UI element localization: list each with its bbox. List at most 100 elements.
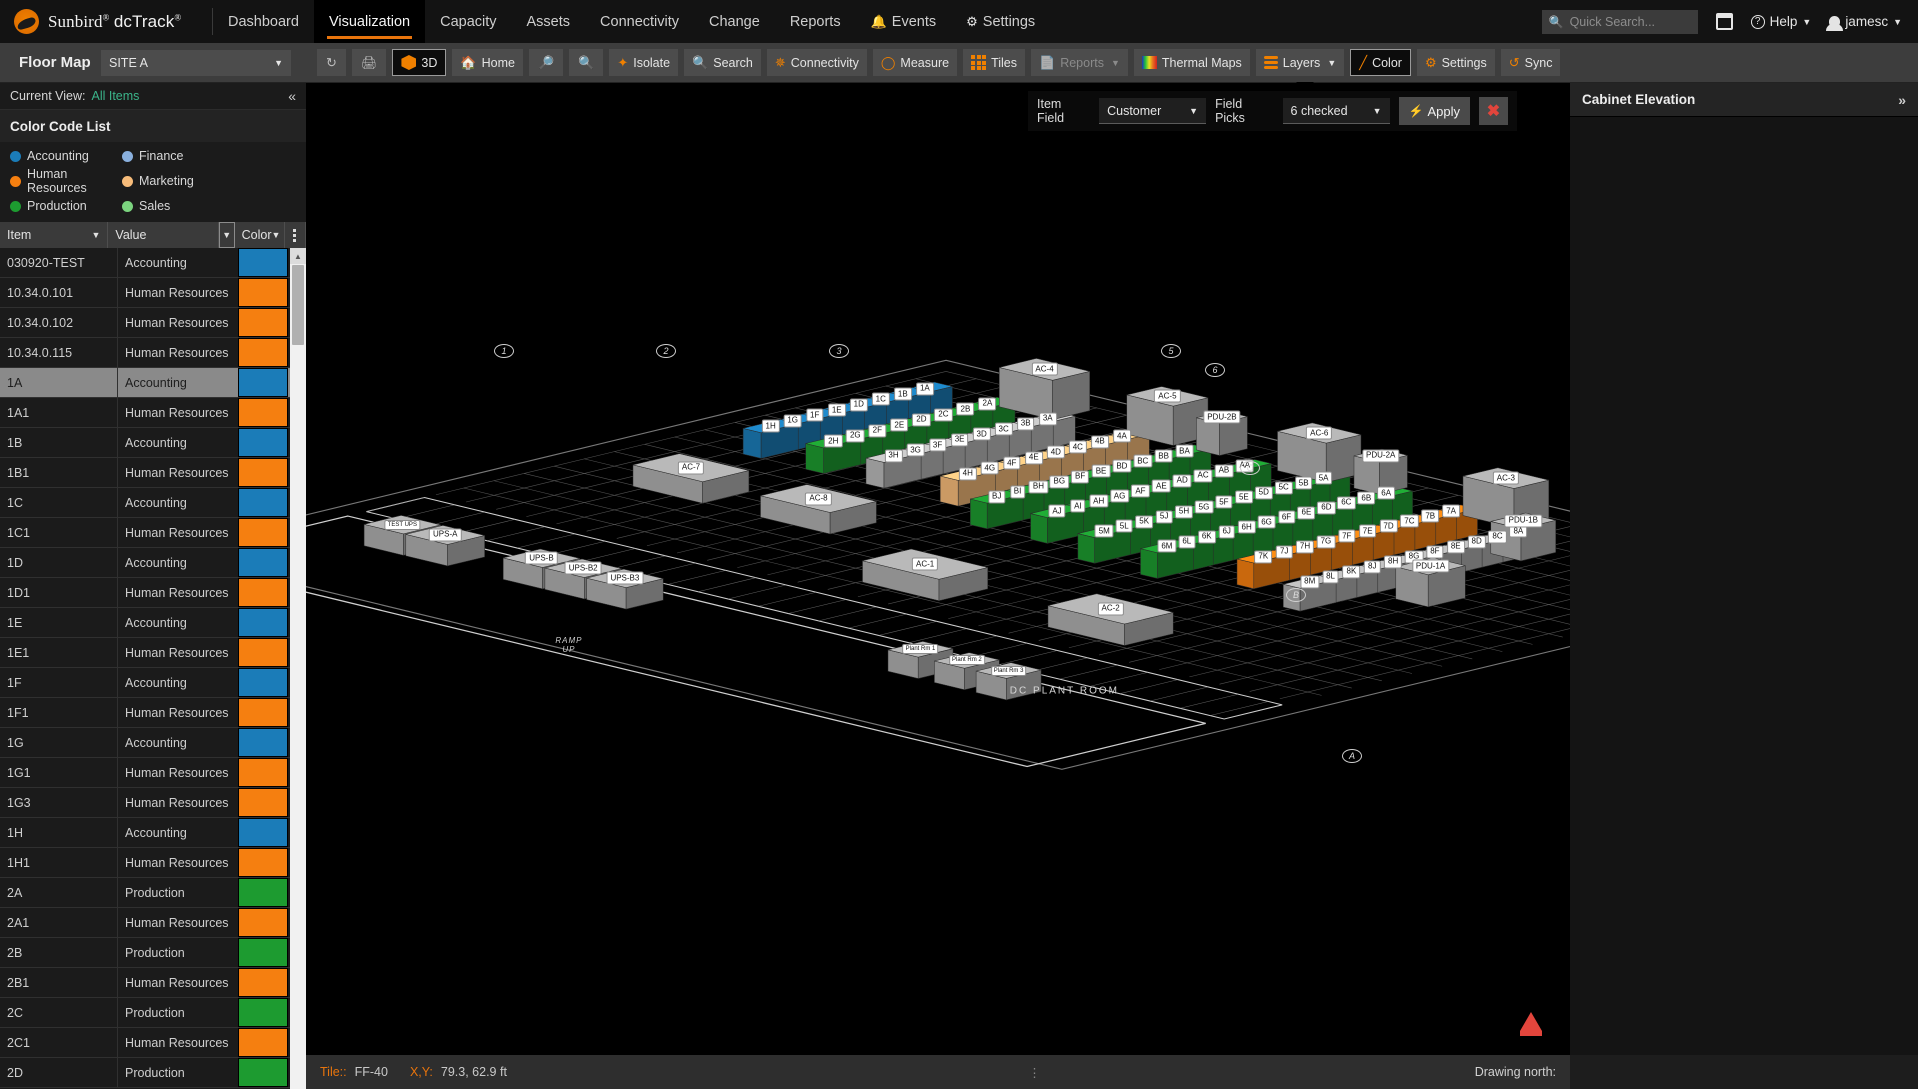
map-object-label[interactable]: 2G <box>846 429 865 442</box>
layers-button[interactable]: Layers ▼ <box>1256 49 1344 76</box>
map-object-label[interactable]: AC-2 <box>1097 602 1123 615</box>
map-object-label[interactable]: 8M <box>1300 575 1319 588</box>
map-object-label[interactable]: 8D <box>1467 535 1485 548</box>
map-object-label[interactable]: 3E <box>951 433 969 446</box>
map-object-label[interactable]: 7F <box>1338 530 1355 543</box>
map-object-label[interactable]: 1C <box>872 393 890 406</box>
connectivity-button[interactable]: ✵ Connectivity <box>767 49 867 76</box>
floor-map-3d-canvas[interactable]: 1A1B1C1D1E1F1G1H2A2B2C2D2E2F2G2H3A3B3C3D… <box>306 83 1570 1055</box>
table-row[interactable]: 1G1Human Resources <box>0 758 306 788</box>
map-object-label[interactable]: 8C <box>1488 530 1506 543</box>
row-color-swatch[interactable] <box>238 608 288 637</box>
map-object-label[interactable]: 3G <box>906 444 925 457</box>
row-color-swatch[interactable] <box>238 548 288 577</box>
map-object-label[interactable]: 5E <box>1235 491 1253 504</box>
floor-map-scene[interactable] <box>306 83 1570 1055</box>
map-object-label[interactable]: 5G <box>1195 501 1214 514</box>
map-object-label[interactable]: 2C <box>934 408 952 421</box>
map-object-label[interactable]: 5J <box>1156 510 1172 523</box>
column-header-color[interactable]: Color▼ <box>235 222 285 248</box>
map-object-label[interactable]: 8L <box>1322 570 1339 583</box>
table-row[interactable]: 10.34.0.101Human Resources <box>0 278 306 308</box>
table-row[interactable]: 2DProduction <box>0 1058 306 1088</box>
scroll-up-icon[interactable]: ▲ <box>290 248 306 264</box>
row-color-swatch[interactable] <box>238 788 288 817</box>
color-button[interactable]: ╱ Color <box>1350 49 1411 76</box>
north-home-arrow-icon[interactable] <box>1520 1012 1542 1031</box>
row-color-swatch[interactable] <box>238 878 288 907</box>
map-object-label[interactable]: 3C <box>995 423 1013 436</box>
table-row[interactable]: 1HAccounting <box>0 818 306 848</box>
floor-map-viewport[interactable]: 1A1B1C1D1E1F1G1H2A2B2C2D2E2F2G2H3A3B3C3D… <box>306 83 1570 1089</box>
map-object-label[interactable]: 3A <box>1039 412 1057 425</box>
settings-button[interactable]: ⚙ Settings <box>1417 49 1495 76</box>
map-object-label[interactable]: 6D <box>1317 501 1335 514</box>
map-object-label[interactable]: 6J <box>1218 525 1234 538</box>
map-object-label[interactable]: 1B <box>894 388 912 401</box>
apply-button[interactable]: ⚡ Apply <box>1399 97 1470 125</box>
close-color-popup-button[interactable]: ✖ <box>1479 97 1508 125</box>
map-object-label[interactable]: Plant Rm 1 <box>903 644 939 654</box>
nav-item-connectivity[interactable]: Connectivity <box>585 0 694 43</box>
row-color-swatch[interactable] <box>238 368 288 397</box>
user-menu[interactable]: jamesc ▼ <box>1829 14 1902 29</box>
row-color-swatch[interactable] <box>238 308 288 337</box>
row-color-swatch[interactable] <box>238 338 288 367</box>
row-color-swatch[interactable] <box>238 638 288 667</box>
nav-item-capacity[interactable]: Capacity <box>425 0 511 43</box>
row-color-swatch[interactable] <box>238 488 288 517</box>
map-object-label[interactable]: UPS-B <box>525 552 557 565</box>
map-object-label[interactable]: 7A <box>1442 505 1460 518</box>
table-row[interactable]: 2CProduction <box>0 998 306 1028</box>
map-object-label[interactable]: 8E <box>1447 540 1465 553</box>
table-row[interactable]: 2B1Human Resources <box>0 968 306 998</box>
map-object-label[interactable]: AC-7 <box>678 461 704 474</box>
row-color-swatch[interactable] <box>238 998 288 1027</box>
map-object-label[interactable]: BF <box>1071 470 1089 483</box>
print-button[interactable]: 🖨 <box>352 49 387 76</box>
table-row[interactable]: 1C1Human Resources <box>0 518 306 548</box>
table-row[interactable]: 1F1Human Resources <box>0 698 306 728</box>
map-object-label[interactable]: Plant Rm 3 <box>991 666 1027 676</box>
map-object-label[interactable]: 6A <box>1377 487 1395 500</box>
table-row[interactable]: 1D1Human Resources <box>0 578 306 608</box>
map-object-label[interactable]: AJ <box>1048 505 1065 518</box>
row-color-swatch[interactable] <box>238 278 288 307</box>
row-color-swatch[interactable] <box>238 698 288 727</box>
row-color-swatch[interactable] <box>238 758 288 787</box>
nav-item-dashboard[interactable]: Dashboard <box>213 0 314 43</box>
map-object-label[interactable]: PDU-2A <box>1362 449 1399 462</box>
map-object-label[interactable]: 8J <box>1364 560 1380 573</box>
map-object-label[interactable]: 6E <box>1298 506 1316 519</box>
map-object-label[interactable]: PDU-2B <box>1203 411 1240 424</box>
map-object-label[interactable]: AD <box>1173 474 1192 487</box>
row-color-swatch[interactable] <box>238 248 288 277</box>
nav-item-settings[interactable]: ⚙ Settings <box>951 0 1050 43</box>
scrollbar-thumb[interactable] <box>292 265 304 345</box>
map-object-label[interactable]: 3F <box>929 439 946 452</box>
table-row[interactable]: 1B1Human Resources <box>0 458 306 488</box>
map-object-label[interactable]: BI <box>1010 485 1026 498</box>
item-field-select[interactable]: Customer ▼ <box>1099 98 1206 124</box>
map-object-label[interactable]: AC-3 <box>1493 472 1519 485</box>
map-object-label[interactable]: AC <box>1193 469 1212 482</box>
map-object-label[interactable]: 6L <box>1178 535 1195 548</box>
table-row[interactable]: 2A1Human Resources <box>0 908 306 938</box>
row-color-swatch[interactable] <box>238 728 288 757</box>
row-color-swatch[interactable] <box>238 848 288 877</box>
tiles-button[interactable]: Tiles <box>963 49 1025 76</box>
nav-item-events[interactable]: 🔔 Events <box>856 0 952 43</box>
map-object-label[interactable]: 7H <box>1296 540 1314 553</box>
value-column-filter-button[interactable]: ▼ <box>219 222 235 248</box>
sync-button[interactable]: ↺ Sync <box>1501 49 1561 76</box>
map-object-label[interactable]: 7B <box>1421 510 1439 523</box>
map-object-label[interactable]: AE <box>1152 480 1171 493</box>
map-object-label[interactable]: 5D <box>1255 486 1273 499</box>
map-object-label[interactable]: BC <box>1133 455 1152 468</box>
field-picks-select[interactable]: 6 checked ▼ <box>1283 98 1390 124</box>
map-object-label[interactable]: 6H <box>1238 521 1256 534</box>
map-object-label[interactable]: AC-4 <box>1031 363 1057 376</box>
map-object-label[interactable]: 5A <box>1315 472 1333 485</box>
map-object-label[interactable]: PDU-1A <box>1412 560 1449 573</box>
map-object-label[interactable]: 7E <box>1359 525 1377 538</box>
